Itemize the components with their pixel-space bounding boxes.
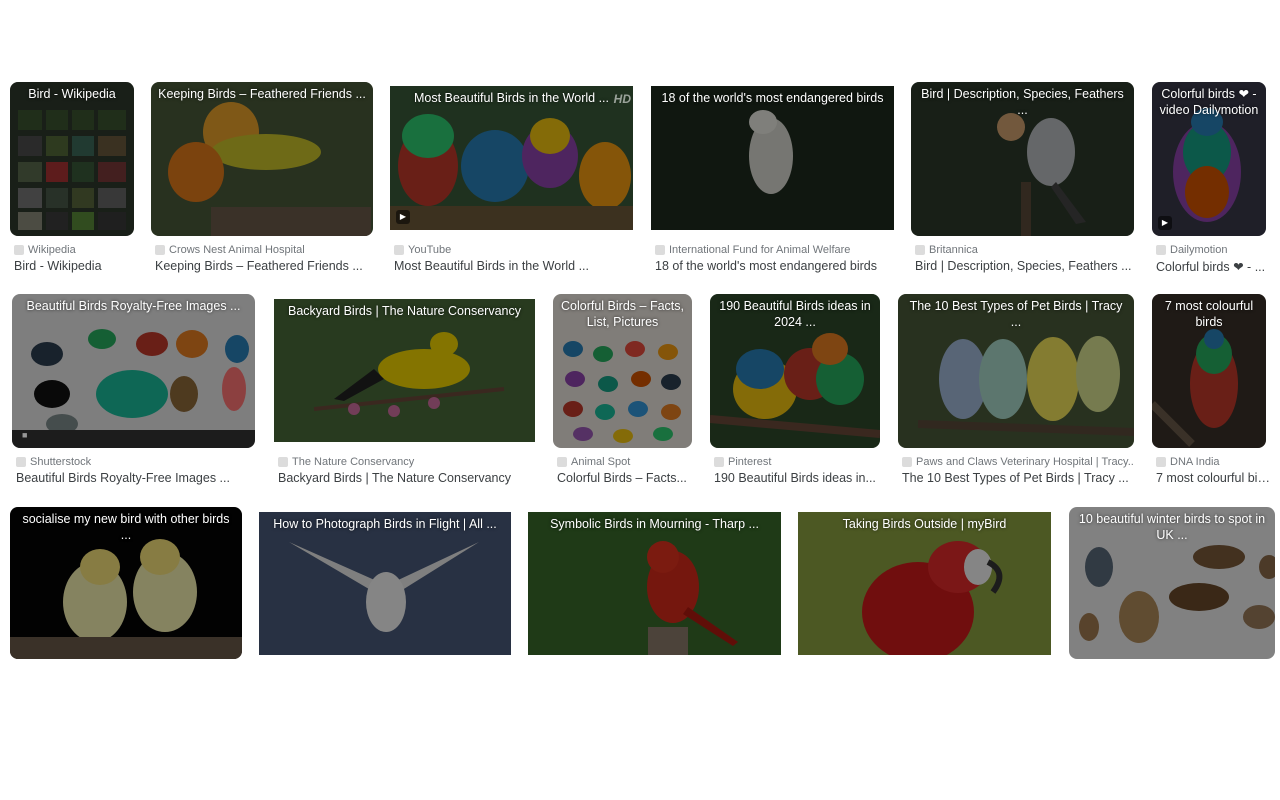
result-thumbnail[interactable]: 190 Beautiful Birds ideas in 2024 ... (710, 294, 880, 448)
favicon-icon (14, 245, 24, 255)
thumbnail-caption: 7 most colourful birds (1164, 299, 1254, 329)
result-thumbnail[interactable]: Taking Birds Outside | myBird (798, 512, 1051, 655)
favicon-icon (915, 245, 925, 255)
result-thumbnail[interactable]: Bird | Description, Species, Feathers ..… (911, 82, 1134, 236)
watermark-icon: ■ (22, 430, 28, 440)
result-thumbnail[interactable]: Colorful Birds – Facts, List, Pictures (553, 294, 692, 448)
thumbnail-caption: Taking Birds Outside | myBird (842, 517, 1007, 531)
result-title[interactable]: Most Beautiful Birds in the World ... (394, 259, 637, 273)
result-thumbnail[interactable]: The 10 Best Types of Pet Birds | Tracy .… (898, 294, 1134, 448)
favicon-icon (278, 457, 288, 467)
result-thumbnail[interactable]: socialise my new bird with other birds .… (10, 507, 242, 659)
favicon-icon (655, 245, 665, 255)
result-source: The Nature Conservancy (278, 456, 539, 468)
thumbnail-caption: Bird - Wikipedia (28, 87, 116, 101)
thumbnail-caption: Backyard Birds | The Nature Conservancy (288, 304, 521, 318)
result-thumbnail[interactable]: Most Beautiful Birds in the World ... HD… (390, 86, 633, 230)
thumbnail-caption: Colorful birds ❤ - video Dailymotion (1159, 87, 1259, 117)
result-thumbnail[interactable]: How to Photograph Birds in Flight | All … (259, 512, 511, 655)
result-thumbnail[interactable]: Keeping Birds – Feathered Friends ... (151, 82, 373, 236)
result-source: Wikipedia (14, 244, 138, 256)
hd-badge: HD (613, 92, 631, 106)
favicon-icon (557, 457, 567, 467)
result-thumbnail[interactable]: 10 beautiful winter birds to spot in UK … (1069, 507, 1275, 659)
thumbnail-caption: Most Beautiful Birds in the World ... (414, 91, 609, 105)
result-source: Pinterest (714, 456, 884, 468)
result-title[interactable]: 7 most colourful bir... (1156, 471, 1270, 485)
thumbnail-caption: 10 beautiful winter birds to spot in UK … (1078, 512, 1266, 542)
result-source: Animal Spot (557, 456, 696, 468)
result-title[interactable]: The 10 Best Types of Pet Birds | Tracy .… (902, 471, 1134, 485)
result-source: DNA India (1156, 456, 1270, 468)
thumbnail-caption: Symbolic Birds in Mourning - Tharp ... (550, 517, 759, 531)
favicon-icon (155, 245, 165, 255)
favicon-icon (714, 457, 724, 467)
result-title[interactable]: Beautiful Birds Royalty-Free Images ... (16, 471, 259, 485)
result-thumbnail[interactable]: Bird - Wikipedia (10, 82, 134, 236)
favicon-icon (1156, 457, 1166, 467)
thumbnail-caption: Bird | Description, Species, Feathers ..… (921, 87, 1124, 117)
favicon-icon (16, 457, 26, 467)
result-thumbnail[interactable]: Beautiful Birds Royalty-Free Images ... … (12, 294, 255, 448)
result-source: YouTube (394, 244, 637, 256)
result-title[interactable]: Bird - Wikipedia (14, 259, 138, 273)
result-title[interactable]: Keeping Birds – Feathered Friends ... (155, 259, 377, 273)
play-icon: ▶ (396, 210, 410, 224)
thumbnail-caption: 190 Beautiful Birds ideas in 2024 ... (719, 299, 871, 329)
result-thumbnail[interactable]: Symbolic Birds in Mourning - Tharp ... (528, 512, 781, 655)
thumbnail-caption: 18 of the world's most endangered birds (661, 91, 884, 105)
result-source: Shutterstock (16, 456, 259, 468)
result-source: Dailymotion (1156, 244, 1270, 256)
result-thumbnail[interactable]: 7 most colourful birds (1152, 294, 1266, 448)
result-title[interactable]: Bird | Description, Species, Feathers ..… (915, 259, 1138, 273)
result-title[interactable]: Colorful Birds – Facts... (557, 471, 696, 485)
result-title[interactable]: Colorful birds ❤ - ... (1156, 259, 1270, 274)
result-source: Crows Nest Animal Hospital (155, 244, 377, 256)
result-source: Paws and Claws Veterinary Hospital | Tra… (902, 456, 1134, 468)
thumbnail-caption: Beautiful Birds Royalty-Free Images ... (26, 299, 241, 313)
thumbnail-caption: socialise my new bird with other birds .… (22, 512, 230, 542)
thumbnail-caption: Keeping Birds – Feathered Friends ... (158, 87, 366, 101)
thumbnail-caption: The 10 Best Types of Pet Birds | Tracy .… (909, 299, 1123, 329)
play-icon: ▶ (1158, 216, 1172, 230)
favicon-icon (1156, 245, 1166, 255)
favicon-icon (394, 245, 404, 255)
thumbnail-caption: Colorful Birds – Facts, List, Pictures (561, 299, 684, 329)
result-title[interactable]: Backyard Birds | The Nature Conservancy (278, 471, 539, 485)
result-source: Britannica (915, 244, 1138, 256)
thumbnail-caption: How to Photograph Birds in Flight | All … (273, 517, 497, 531)
result-source: International Fund for Animal Welfare (655, 244, 898, 256)
result-thumbnail[interactable]: Colorful birds ❤ - video Dailymotion ▶ (1152, 82, 1266, 236)
result-thumbnail[interactable]: 18 of the world's most endangered birds (651, 86, 894, 230)
result-title[interactable]: 190 Beautiful Birds ideas in... (714, 471, 884, 485)
result-thumbnail[interactable]: Backyard Birds | The Nature Conservancy (274, 299, 535, 442)
favicon-icon (902, 457, 912, 467)
result-title[interactable]: 18 of the world's most endangered birds (655, 259, 898, 273)
